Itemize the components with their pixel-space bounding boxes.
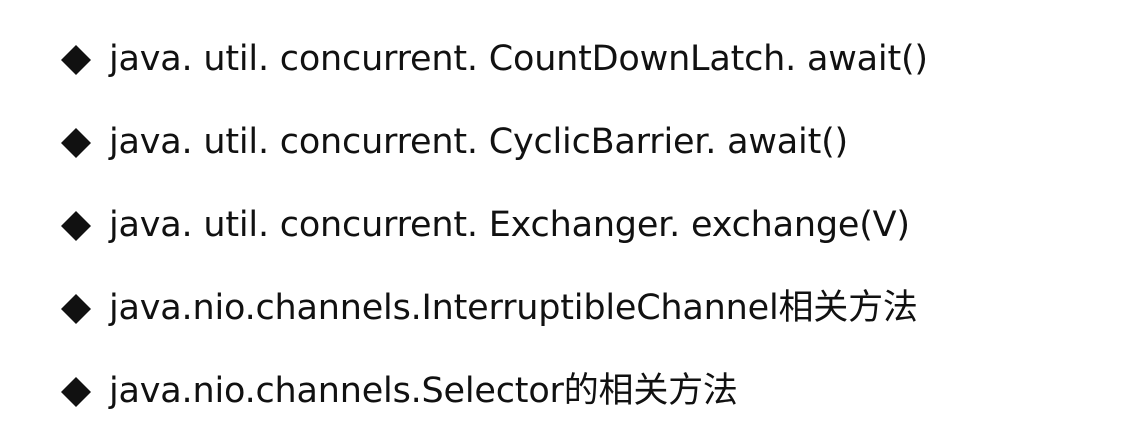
bullet-list: java. util. concurrent. CountDownLatch. … bbox=[58, 18, 1118, 433]
black-diamond-icon bbox=[58, 374, 94, 410]
black-diamond-icon bbox=[58, 125, 94, 161]
bullet-item: java. util. concurrent. CountDownLatch. … bbox=[58, 18, 1118, 101]
bullet-text: java. util. concurrent. CountDownLatch. … bbox=[109, 39, 928, 79]
bullet-item: java.nio.channels.Selector的相关方法 bbox=[58, 350, 1118, 433]
bullet-item: java. util. concurrent. CyclicBarrier. a… bbox=[58, 101, 1118, 184]
bullet-item: java.nio.channels.InterruptibleChannel相关… bbox=[58, 267, 1118, 350]
bullet-text: java. util. concurrent. CyclicBarrier. a… bbox=[109, 122, 849, 162]
document-slide: java. util. concurrent. CountDownLatch. … bbox=[0, 0, 1131, 417]
black-diamond-icon bbox=[58, 291, 94, 327]
bullet-text: java.nio.channels.Selector的相关方法 bbox=[109, 371, 738, 411]
black-diamond-icon bbox=[58, 208, 94, 244]
bullet-item: java. util. concurrent. Exchanger. excha… bbox=[58, 184, 1118, 267]
bullet-text: java.nio.channels.InterruptibleChannel相关… bbox=[109, 288, 918, 328]
black-diamond-icon bbox=[58, 42, 94, 78]
bullet-text: java. util. concurrent. Exchanger. excha… bbox=[109, 205, 910, 245]
